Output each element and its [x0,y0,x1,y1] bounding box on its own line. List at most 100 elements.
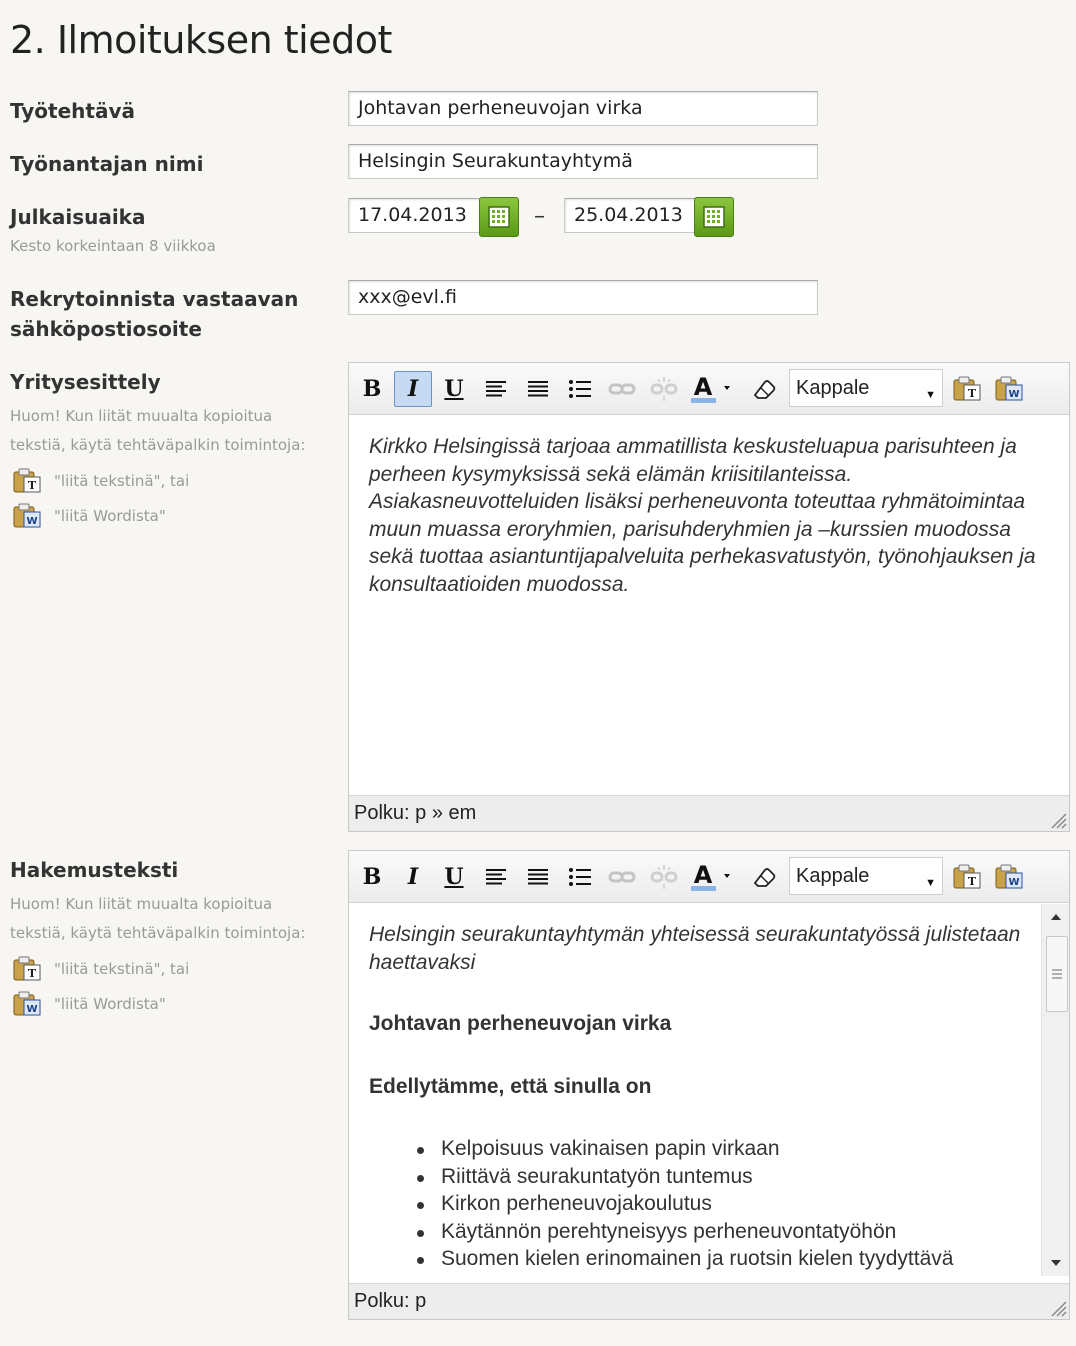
insert-link-button[interactable] [603,371,641,407]
paste-word-hint: W "liitä Wordista" [12,989,166,1019]
label-email-line1: Rekrytoinnista vastaavan [10,287,299,311]
font-color-icon: A [691,373,730,403]
label-yritysesittely: Yritysesittely [10,370,161,394]
format-select[interactable]: Kappale ▼ [789,369,943,407]
position-heading: Johtavan perheneuvojan virka [369,1012,672,1035]
align-justify-icon [528,381,548,397]
start-date-input[interactable]: 17.04.2013 [348,198,480,233]
align-left-button[interactable] [477,371,515,407]
svg-text:A: A [694,373,713,401]
paste-as-text-button[interactable]: T [949,859,987,895]
paste-text-icon: T [953,376,981,401]
unlink-icon [650,377,678,401]
align-left-icon [486,381,506,397]
paste-hint-line2: tekstiä, käytä tehtäväpalkin toimintoja: [10,924,306,942]
align-left-button[interactable] [477,859,515,895]
editor-toolbar: B I U A Kappale ▼ T W [349,851,1069,903]
eraser-icon [753,380,776,399]
paste-text-hint-label: "liitä tekstinä", tai [54,472,190,490]
calendar-icon [703,206,725,228]
hakemusteksti-editor: B I U A Kappale ▼ T W Helsingin seurakun… [348,850,1070,1320]
paste-from-word-button[interactable]: W [991,371,1029,407]
scroll-down-icon[interactable] [1049,1258,1063,1268]
paste-text-icon: T [12,956,44,982]
paste-text-glyph: T [968,875,977,888]
align-left-icon [486,869,506,885]
paste-hint-line1: Huom! Kun liität muualta kopioitua [10,407,273,425]
align-justify-button[interactable] [519,859,557,895]
chevron-down-icon: ▼ [925,389,936,401]
chevron-down-icon: ▼ [925,877,936,889]
list-item: Käytännön perehtyneisyys perheneuvontaty… [369,1218,1021,1246]
paste-word-hint-label: "liitä Wordista" [54,995,166,1013]
eraser-icon [753,868,776,887]
scrollbar-thumb[interactable] [1046,936,1068,1012]
editor-statusbar: Polku: p » em [349,795,1069,831]
align-justify-button[interactable] [519,371,557,407]
paste-text-glyph: T [28,967,37,980]
link-icon [608,383,636,395]
paste-hint-line1: Huom! Kun liität muualta kopioitua [10,895,273,913]
paste-from-word-button[interactable]: W [991,859,1029,895]
resize-handle-icon[interactable] [1049,1299,1067,1317]
paste-word-hint: W "liitä Wordista" [12,501,166,531]
insert-link-button[interactable] [603,859,641,895]
paste-text-icon: T [953,864,981,889]
font-color-button[interactable]: A [687,371,735,407]
paste-word-icon: W [12,503,44,529]
bullet-list-button[interactable] [561,859,599,895]
email-input[interactable]: xxx@evl.fi [348,280,818,315]
format-select[interactable]: Kappale ▼ [789,857,943,895]
bullet-list-button[interactable] [561,371,599,407]
unlink-button[interactable] [645,371,683,407]
end-date-input[interactable]: 25.04.2013 [564,198,696,233]
paste-word-glyph: W [26,1004,37,1015]
paste-word-icon: W [12,991,44,1017]
start-date-calendar-button[interactable] [479,197,519,237]
hakemusteksti-content[interactable]: Helsingin seurakuntayhtymän yhteisessä s… [349,904,1041,1276]
underline-button[interactable]: U [435,859,473,895]
editor-statusbar: Polku: p [349,1283,1069,1319]
bold-button[interactable]: B [353,371,391,407]
paste-hint-line2: tekstiä, käytä tehtäväpalkin toimintoja: [10,436,306,454]
label-julkaisuaika: Julkaisuaika [10,205,146,229]
font-color-button[interactable]: A [687,859,735,895]
scroll-up-icon[interactable] [1049,912,1063,922]
bullet-list-icon [569,868,591,886]
paste-word-icon: W [995,864,1023,889]
paste-as-text-button[interactable]: T [949,371,987,407]
italic-button[interactable]: I [394,371,432,407]
end-date-calendar-button[interactable] [694,197,734,237]
align-justify-icon [528,869,548,885]
calendar-icon [488,206,510,228]
page-title: 2. Ilmoituksen tiedot [10,18,392,62]
unlink-button[interactable] [645,859,683,895]
label-hakemusteksti: Hakemusteksti [10,858,179,882]
paste-word-glyph: W [26,516,37,527]
remove-format-button[interactable] [746,371,784,407]
italic-button[interactable]: I [394,859,432,895]
editor-toolbar: B I U A Kappale ▼ T W [349,363,1069,415]
yritysesittely-content[interactable]: Kirkko Helsingissä tarjoaa ammatillista … [349,416,1069,794]
label-tyonantaja: Työnantajan nimi [10,152,204,176]
label-tyotehtava: Työtehtävä [10,99,135,123]
font-color-icon: A [691,861,730,891]
editor-scrollbar[interactable] [1041,904,1069,1276]
unlink-icon [650,865,678,889]
element-path: Polku: p [354,1290,427,1312]
paste-word-icon: W [995,376,1023,401]
date-range-separator: – [534,204,545,229]
tyotehtava-input[interactable]: Johtavan perheneuvojan virka [348,91,818,126]
paste-word-glyph: W [1008,877,1019,888]
paste-text-glyph: T [968,387,977,400]
underline-button[interactable]: U [435,371,473,407]
bold-button[interactable]: B [353,859,391,895]
paste-text-glyph: T [28,479,37,492]
remove-format-button[interactable] [746,859,784,895]
resize-handle-icon[interactable] [1049,811,1067,829]
tyonantaja-input[interactable]: Helsingin Seurakuntayhtymä [348,144,818,179]
paste-word-glyph: W [1008,389,1019,400]
grip-icon [1052,969,1062,979]
paste-text-hint-label: "liitä tekstinä", tai [54,960,190,978]
list-item: Suomen kielen erinomainen ja ruotsin kie… [369,1245,1021,1273]
